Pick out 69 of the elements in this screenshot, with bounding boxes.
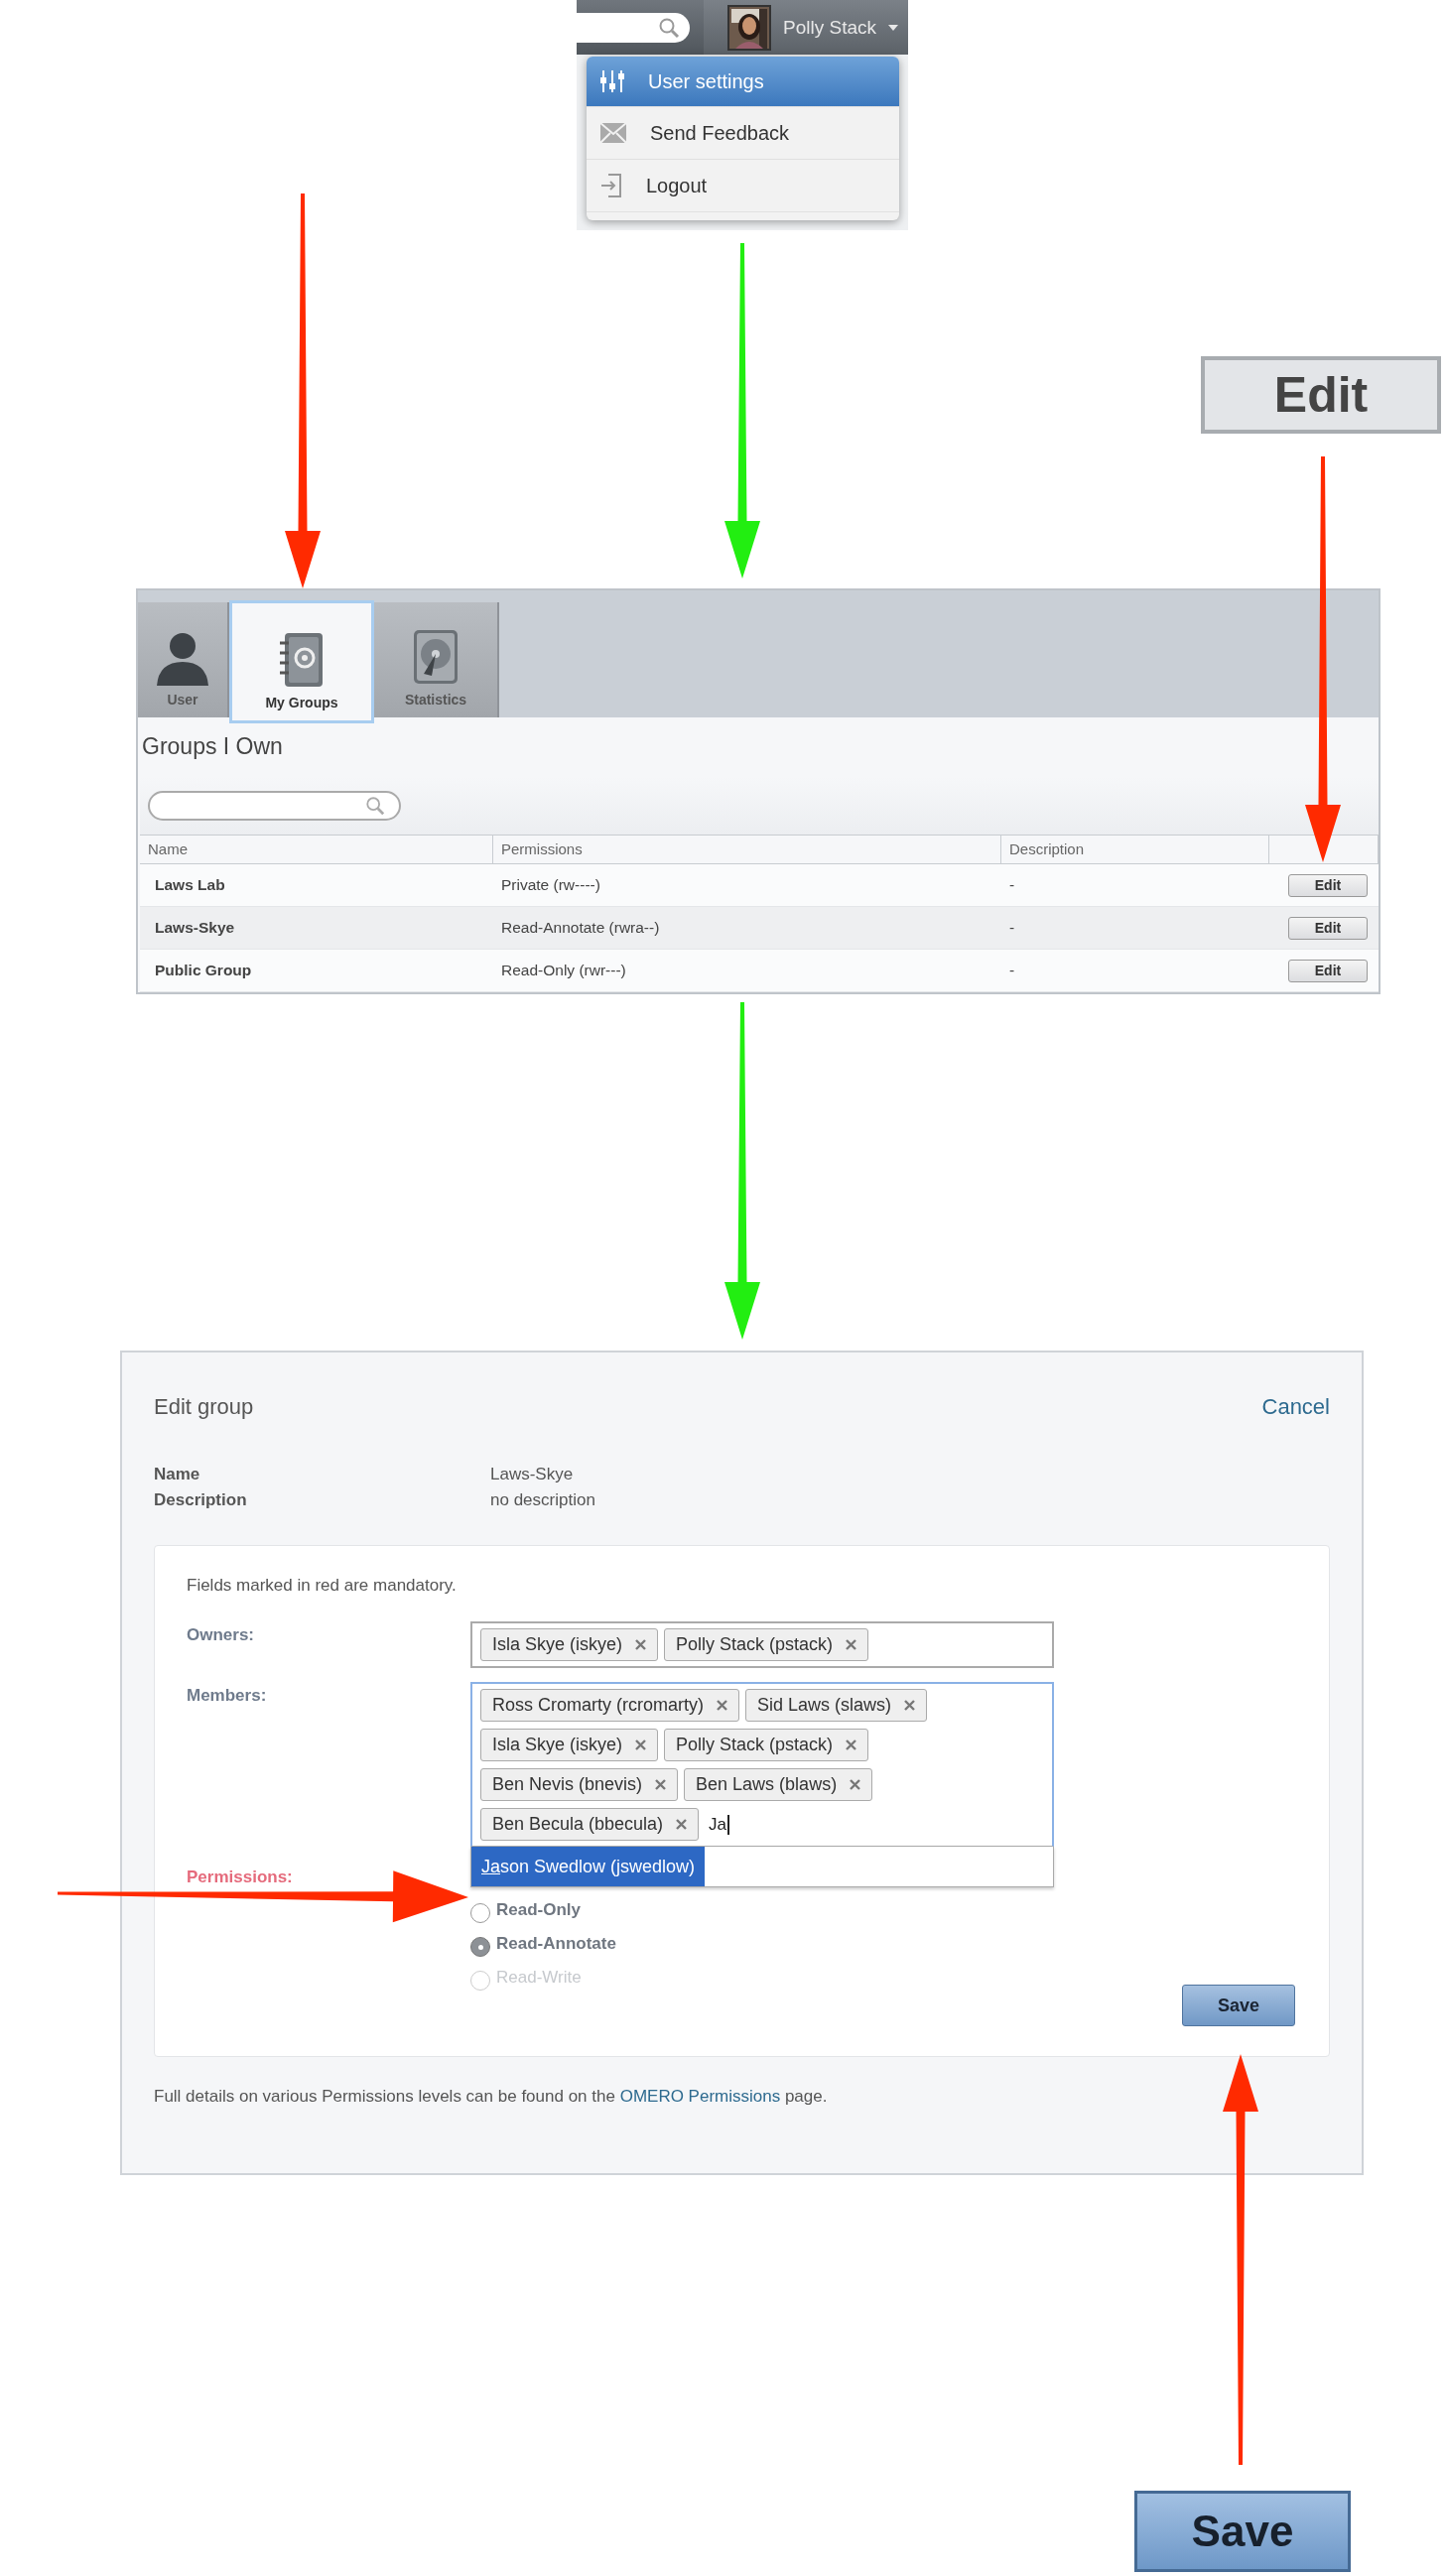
- menu-item[interactable]: Send Feedback: [587, 107, 899, 160]
- section-title: Groups I Own: [141, 732, 284, 761]
- table-cell-text: -: [1008, 876, 1016, 894]
- column-header: Name: [140, 836, 493, 863]
- remove-icon[interactable]: [635, 1739, 647, 1750]
- save-button[interactable]: Save: [1182, 1985, 1295, 2026]
- menu-item[interactable]: Logout: [587, 160, 899, 212]
- remove-icon[interactable]: [635, 1639, 647, 1650]
- table-cell-text: Laws-Skye: [154, 919, 236, 937]
- field-label: Description: [154, 1490, 248, 1510]
- table-cell-text: -: [1008, 919, 1016, 937]
- envelope-icon: [600, 123, 626, 143]
- footer-text: Full details on various Permissions levels can be found on the OMERO Permissions page.: [154, 2087, 829, 2107]
- logout-icon: [600, 174, 622, 197]
- search-field[interactable]: [148, 791, 401, 821]
- table-cell-text: -: [1008, 962, 1016, 979]
- typed-text: Ja: [709, 1814, 730, 1835]
- tag-chip: Ben Nevis (bnevis): [480, 1768, 679, 1801]
- remove-icon[interactable]: [655, 1779, 667, 1790]
- settings-tab[interactable]: My Groups: [229, 600, 374, 723]
- field-label: Members:: [187, 1685, 268, 1706]
- members-field[interactable]: Ross Cromarty (rcromarty) Sid Laws (slaws) Isla Skye (iskye) Polly Stack (pstack) Ben Nevis (bnevis) Ben Laws (blaws) Ben Becula (bbecula) Ja: [470, 1682, 1054, 1847]
- caret-icon[interactable]: [888, 24, 898, 31]
- remove-icon[interactable]: [850, 1779, 861, 1790]
- table-cell-text: Read-Only (rwr---): [500, 962, 627, 979]
- suggestion-item[interactable]: Jason Swedlow (jswedlow): [471, 1847, 706, 1886]
- remove-icon[interactable]: [904, 1700, 916, 1711]
- user-name[interactable]: Polly Stack: [783, 16, 876, 39]
- column-header: Description: [1001, 836, 1269, 863]
- edit-button[interactable]: Edit: [1201, 356, 1441, 434]
- remove-icon[interactable]: [846, 1739, 857, 1750]
- tag-chip: Isla Skye (iskye): [480, 1628, 659, 1661]
- table-cell-text: Laws Lab: [154, 876, 226, 894]
- radio-option[interactable]: Read-Annotate: [470, 1931, 616, 1957]
- remove-icon[interactable]: [846, 1639, 857, 1650]
- tag-chip: Ross Cromarty (rcromarty): [480, 1689, 739, 1722]
- menu-item[interactable]: User settings: [587, 57, 899, 107]
- remove-icon[interactable]: [676, 1819, 688, 1830]
- hint-text: Fields marked in red are mandatory.: [187, 1576, 458, 1596]
- tag-chip: Isla Skye (iskye): [480, 1729, 659, 1761]
- table-cell-text: Private (rw----): [500, 876, 601, 894]
- tag-chip: Ben Laws (blaws): [684, 1768, 873, 1801]
- search-icon: [365, 796, 385, 816]
- tag-chip: Polly Stack (pstack): [664, 1729, 869, 1761]
- field-label: Name: [154, 1465, 201, 1484]
- tag-chip: Ben Becula (bbecula): [480, 1808, 700, 1841]
- field-value: no description: [490, 1490, 595, 1510]
- column-header: Permissions: [493, 836, 1001, 863]
- edit-button[interactable]: Edit: [1288, 916, 1368, 940]
- tag-chip: Polly Stack (pstack): [664, 1628, 869, 1661]
- table-cell-text: Public Group: [154, 962, 253, 979]
- edit-button[interactable]: Edit: [1288, 873, 1368, 897]
- radio-option[interactable]: Read-Only: [470, 1897, 616, 1923]
- search-icon: [658, 16, 680, 39]
- panel-title: Edit group: [154, 1394, 254, 1420]
- field-label: Permissions:: [187, 1867, 294, 1887]
- field-label: Owners:: [187, 1624, 256, 1645]
- edit-button[interactable]: Edit: [1288, 959, 1368, 982]
- search-field[interactable]: [577, 12, 690, 43]
- field-value: Laws-Skye: [490, 1465, 574, 1484]
- table-cell-text: Read-Annotate (rwra--): [500, 919, 661, 937]
- cancel-link[interactable]: Cancel: [1261, 1394, 1330, 1420]
- owners-field[interactable]: Isla Skye (iskye) Polly Stack (pstack): [470, 1621, 1054, 1668]
- hard-drive-icon: [412, 628, 460, 686]
- tag-chip: Sid Laws (slaws): [745, 1689, 928, 1722]
- remove-icon[interactable]: [717, 1700, 727, 1711]
- save-button[interactable]: Save: [1134, 2491, 1351, 2572]
- sliders-icon: [600, 69, 624, 93]
- permissions-link[interactable]: OMERO Permissions: [619, 2087, 781, 2106]
